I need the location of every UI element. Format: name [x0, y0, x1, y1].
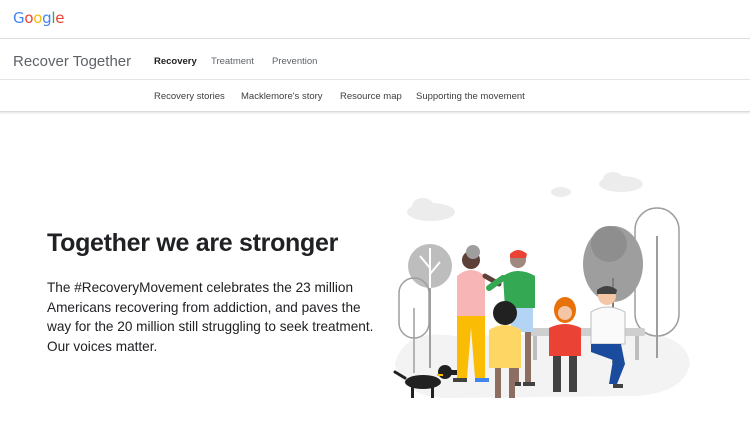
sub-nav: Recovery stories Macklemore's story Reso…	[0, 80, 750, 112]
tab-prevention[interactable]: Prevention	[272, 56, 317, 67]
logo-letter: G	[13, 9, 25, 27]
recovery-community-illustration	[393, 172, 690, 398]
hero-title: Together we are stronger	[47, 229, 339, 257]
sub-nav-macklemores-story[interactable]: Macklemore's story	[241, 91, 323, 102]
sub-nav-supporting-the-movement[interactable]: Supporting the movement	[416, 91, 525, 102]
sub-nav-recovery-stories[interactable]: Recovery stories	[154, 91, 225, 102]
top-bar: Google	[0, 0, 750, 39]
tab-treatment[interactable]: Treatment	[211, 56, 254, 67]
google-logo[interactable]: Google	[13, 9, 64, 27]
logo-letter: e	[55, 9, 65, 27]
cloud-icon	[407, 172, 643, 221]
logo-letter: o	[33, 9, 43, 27]
logo-letter: g	[42, 9, 52, 27]
tab-recovery[interactable]: Recovery	[154, 56, 197, 67]
sub-nav-resource-map[interactable]: Resource map	[340, 91, 402, 102]
hero-body: The #RecoveryMovement celebrates the 23 …	[47, 280, 374, 354]
site-title[interactable]: Recover Together	[13, 53, 131, 70]
ground-shape	[395, 333, 690, 398]
main-nav: Recover Together Recovery Treatment Prev…	[0, 39, 750, 80]
logo-letter: o	[24, 9, 34, 27]
